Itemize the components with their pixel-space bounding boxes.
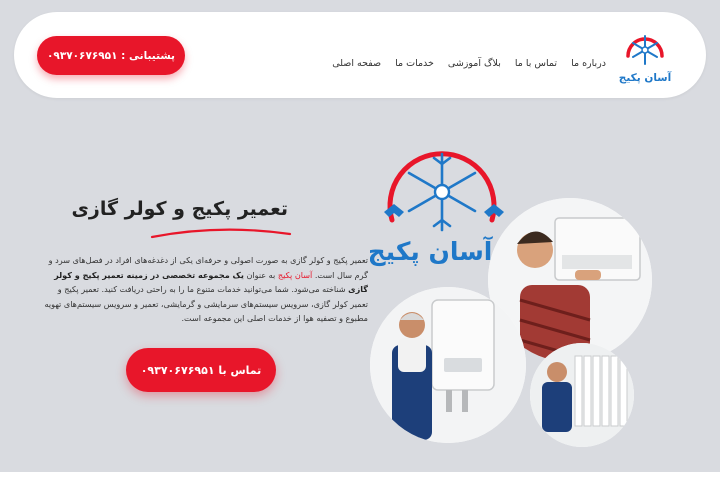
title-underline	[150, 228, 292, 239]
hero-text-part-2: به عنوان	[243, 269, 278, 280]
nav-item-contact[interactable]: تماس با ما	[515, 58, 557, 69]
call-button-label: تماس با ۰۹۳۷۰۶۷۶۹۵۱	[140, 363, 262, 377]
brand-name: آسان پکیج	[619, 71, 672, 84]
main-menu: صفحه اصلی خدمات ما بلاگ آموزشی تماس با م…	[332, 58, 606, 69]
support-phone-label: پشتیبانی : ۰۹۳۷۰۶۷۶۹۵۱	[47, 49, 176, 62]
hero-description: تعمیر پکیج و کولر گازی به صورت اصولی و ح…	[42, 253, 368, 326]
hero-title: تعمیر پکیج و کولر گازی	[71, 198, 288, 220]
art-logo: آسان پکیج	[370, 151, 504, 267]
radiator-photo	[530, 343, 634, 447]
hero-illustration: آسان پکیج	[370, 151, 652, 447]
hero-brand-link[interactable]: آسان پکیج	[278, 270, 312, 280]
nav-item-home[interactable]: صفحه اصلی	[332, 58, 381, 69]
footer-strip	[0, 472, 720, 480]
hero-text-part-3: شناخته می‌شود. شما می‌توانید خدمات متنوع…	[44, 284, 368, 324]
top-navbar: آسان پکیج صفحه اصلی خدمات ما بلاگ آموزشی…	[14, 12, 706, 98]
nav-item-services[interactable]: خدمات ما	[395, 58, 434, 69]
brand-logo[interactable]: آسان پکیج	[618, 24, 672, 86]
art-brand-name: آسان پکیج	[370, 236, 494, 267]
nav-item-about[interactable]: درباره ما	[571, 58, 606, 69]
nav-item-blog[interactable]: بلاگ آموزشی	[448, 58, 501, 69]
support-phone-button[interactable]: پشتیبانی : ۰۹۳۷۰۶۷۶۹۵۱	[37, 36, 185, 75]
call-button[interactable]: تماس با ۰۹۳۷۰۶۷۶۹۵۱	[126, 348, 276, 392]
